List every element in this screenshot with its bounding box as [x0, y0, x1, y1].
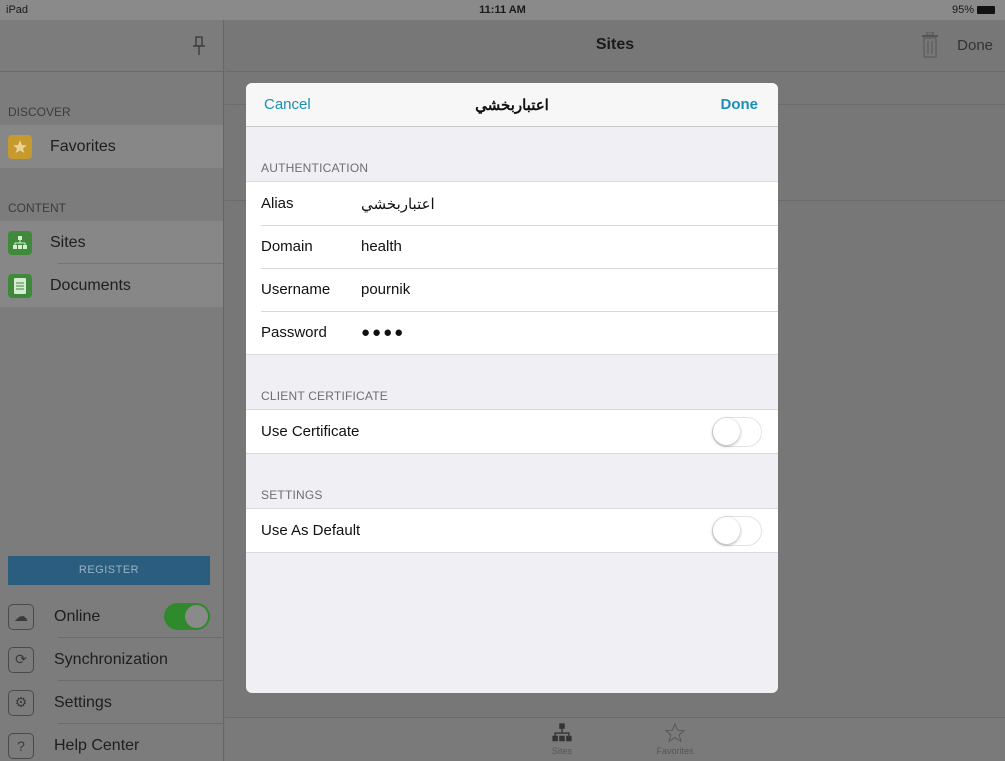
- settings-header: SETTINGS: [261, 488, 323, 502]
- field-label: Alias: [261, 195, 294, 212]
- help-icon: ?: [8, 732, 34, 759]
- toggle-knob: [713, 418, 740, 445]
- sidebar-item-label: Help Center: [54, 736, 140, 754]
- certificate-header: CLIENT CERTIFICATE: [261, 389, 388, 403]
- domain-row[interactable]: Domain health: [246, 225, 778, 268]
- sitemap-icon: [552, 723, 572, 742]
- sidebar-item-label: Sites: [50, 233, 86, 251]
- sidebar-item-label: Settings: [54, 693, 112, 711]
- cloud-icon: ☁: [8, 603, 34, 630]
- sidebar-topbar: [0, 20, 223, 72]
- domain-field[interactable]: health: [361, 238, 402, 255]
- battery-icon: [977, 6, 995, 14]
- field-label: Password: [261, 324, 327, 341]
- sitemap-icon: [8, 230, 32, 255]
- tab-label: Sites: [551, 746, 572, 756]
- status-bar: iPad 11:11 AM 95%: [0, 0, 1005, 20]
- tab-bar: Sites Favorites: [225, 717, 1005, 761]
- toggle-knob: [713, 517, 740, 544]
- use-as-default-label: Use As Default: [261, 522, 361, 539]
- alias-field[interactable]: اعتباربخشي: [361, 195, 435, 213]
- sync-icon: ⟳: [8, 646, 34, 673]
- modal-navbar: Cancel اعتباربخشي Done: [246, 83, 778, 127]
- field-label: Domain: [261, 238, 313, 255]
- star-icon: [8, 134, 32, 159]
- sidebar-item-label: Synchronization: [54, 650, 168, 668]
- password-field[interactable]: ●●●●: [361, 324, 405, 341]
- toggle-knob: [185, 605, 208, 628]
- page-title: Sites: [595, 36, 635, 53]
- username-field[interactable]: pournik: [361, 281, 410, 298]
- gear-icon: ⚙: [8, 689, 34, 716]
- battery-indicator: 95%: [952, 4, 995, 16]
- authentication-header: AUTHENTICATION: [261, 161, 369, 175]
- use-certificate-toggle[interactable]: [712, 417, 762, 447]
- username-row[interactable]: Username pournik: [246, 268, 778, 311]
- star-outline-icon: [664, 722, 686, 743]
- section-content: CONTENT: [8, 201, 66, 215]
- use-certificate-label: Use Certificate: [261, 423, 360, 440]
- clock: 11:11 AM: [479, 4, 526, 16]
- sidebar-item-favorites[interactable]: Favorites: [0, 125, 223, 168]
- sidebar-item-label: Online: [54, 607, 101, 625]
- use-as-default-toggle[interactable]: [712, 516, 762, 546]
- alias-row[interactable]: Alias اعتباربخشي: [246, 182, 778, 225]
- settings-group: Use As Default: [246, 508, 778, 553]
- tab-favorites[interactable]: Favorites: [645, 722, 705, 756]
- sidebar-item-settings[interactable]: ⚙ Settings: [0, 681, 224, 724]
- sidebar-item-label: Favorites: [50, 137, 116, 155]
- sidebar: DISCOVER Favorites CONTENT Sites Documen…: [0, 20, 224, 761]
- certificate-group: Use Certificate: [246, 409, 778, 454]
- sidebar-item-help-center[interactable]: ? Help Center: [0, 724, 224, 761]
- tab-label: Favorites: [656, 746, 694, 756]
- document-icon: [8, 273, 32, 298]
- section-discover: DISCOVER: [8, 105, 71, 119]
- pin-icon[interactable]: [193, 36, 205, 56]
- done-button[interactable]: Done: [721, 96, 759, 113]
- site-edit-modal: Cancel اعتباربخشي Done AUTHENTICATION Al…: [246, 83, 778, 693]
- authentication-group: Alias اعتباربخشي Domain health Username …: [246, 181, 778, 355]
- use-as-default-row: Use As Default: [246, 509, 778, 552]
- sidebar-item-sites[interactable]: Sites: [0, 221, 223, 264]
- modal-title: اعتباربخشي: [475, 97, 549, 114]
- battery-percent: 95%: [951, 4, 974, 16]
- main-done-button[interactable]: Done: [957, 37, 993, 54]
- main-navbar: Sites Done: [225, 20, 1005, 72]
- sidebar-item-documents[interactable]: Documents: [0, 264, 223, 307]
- sidebar-item-label: Documents: [50, 276, 131, 294]
- use-certificate-row: Use Certificate: [246, 410, 778, 453]
- sidebar-item-online[interactable]: ☁ Online: [0, 595, 224, 638]
- sidebar-item-synchronization[interactable]: ⟳ Synchronization: [0, 638, 224, 681]
- password-row[interactable]: Password ●●●●: [246, 311, 778, 354]
- online-toggle[interactable]: [164, 603, 210, 630]
- tab-sites[interactable]: Sites: [532, 722, 592, 756]
- trash-icon[interactable]: [921, 32, 939, 58]
- register-button[interactable]: REGISTER: [8, 556, 210, 585]
- field-label: Username: [261, 281, 331, 298]
